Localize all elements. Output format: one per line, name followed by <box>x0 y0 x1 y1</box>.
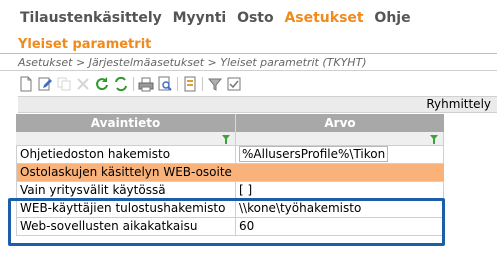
menu-item-ohje[interactable]: Ohje <box>374 10 410 26</box>
key-cell: Ostolaskujen käsittelyn WEB-osoite <box>16 164 236 181</box>
highlight-frame <box>8 198 445 246</box>
funnel-icon[interactable] <box>430 135 438 144</box>
key-cell: Ohjetiedoston hakemisto <box>16 146 236 163</box>
grid-filter-row <box>16 132 444 146</box>
filter-cell-arvo <box>236 132 444 145</box>
breadcrumb[interactable]: Asetukset > Järjestelmäasetukset > Yleis… <box>18 56 367 69</box>
value-cell[interactable] <box>236 164 444 181</box>
new-icon[interactable] <box>18 76 34 92</box>
export-icon[interactable] <box>182 76 198 92</box>
value-cell[interactable]: %AllusersProfile%\Tikon <box>236 146 444 163</box>
grid-header-row: Avaintieto Arvo <box>16 114 444 132</box>
column-header-avaintieto[interactable]: Avaintieto <box>16 114 236 132</box>
table-row[interactable]: Ohjetiedoston hakemisto %AllusersProfile… <box>16 146 444 164</box>
key-cell: Vain yritysvälit käytössä <box>16 182 236 199</box>
edit-icon[interactable] <box>37 76 53 92</box>
copy-icon[interactable] <box>56 76 72 92</box>
refresh-icon[interactable] <box>94 76 110 92</box>
menu-item-osto[interactable]: Osto <box>237 10 274 26</box>
menu-item-myynti[interactable]: Myynti <box>173 10 227 26</box>
menu-item-asetukset[interactable]: Asetukset <box>284 10 363 26</box>
toolbar <box>18 75 245 93</box>
main-menu: Tilaustenkäsittely Myynti Osto Asetukset… <box>0 0 497 34</box>
toolbar-separator <box>177 77 178 91</box>
toolbar-separator <box>133 77 134 91</box>
title-divider <box>0 53 497 54</box>
filter-cell-avaintieto <box>16 132 236 145</box>
check-icon[interactable] <box>226 76 242 92</box>
preview-icon[interactable] <box>157 76 173 92</box>
page-title: Yleiset parametrit <box>18 37 152 52</box>
filter-icon[interactable] <box>207 76 223 92</box>
value-edit-field[interactable]: %AllusersProfile%\Tikon <box>239 146 389 162</box>
grouping-label: Ryhmittely <box>426 97 491 111</box>
column-header-arvo[interactable]: Arvo <box>236 114 444 132</box>
value-cell[interactable]: [ ] <box>236 182 444 199</box>
menu-item-tilaustenkasittely[interactable]: Tilaustenkäsittely <box>20 10 162 26</box>
print-icon[interactable] <box>138 76 154 92</box>
delete-icon[interactable] <box>75 76 91 92</box>
table-row-selected[interactable]: Ostolaskujen käsittelyn WEB-osoite <box>16 164 444 182</box>
sync-icon[interactable] <box>113 76 129 92</box>
breadcrumb-divider <box>0 70 497 71</box>
grouping-bar[interactable]: Ryhmittely <box>18 96 497 113</box>
toolbar-separator <box>202 77 203 91</box>
funnel-icon[interactable] <box>222 135 230 144</box>
